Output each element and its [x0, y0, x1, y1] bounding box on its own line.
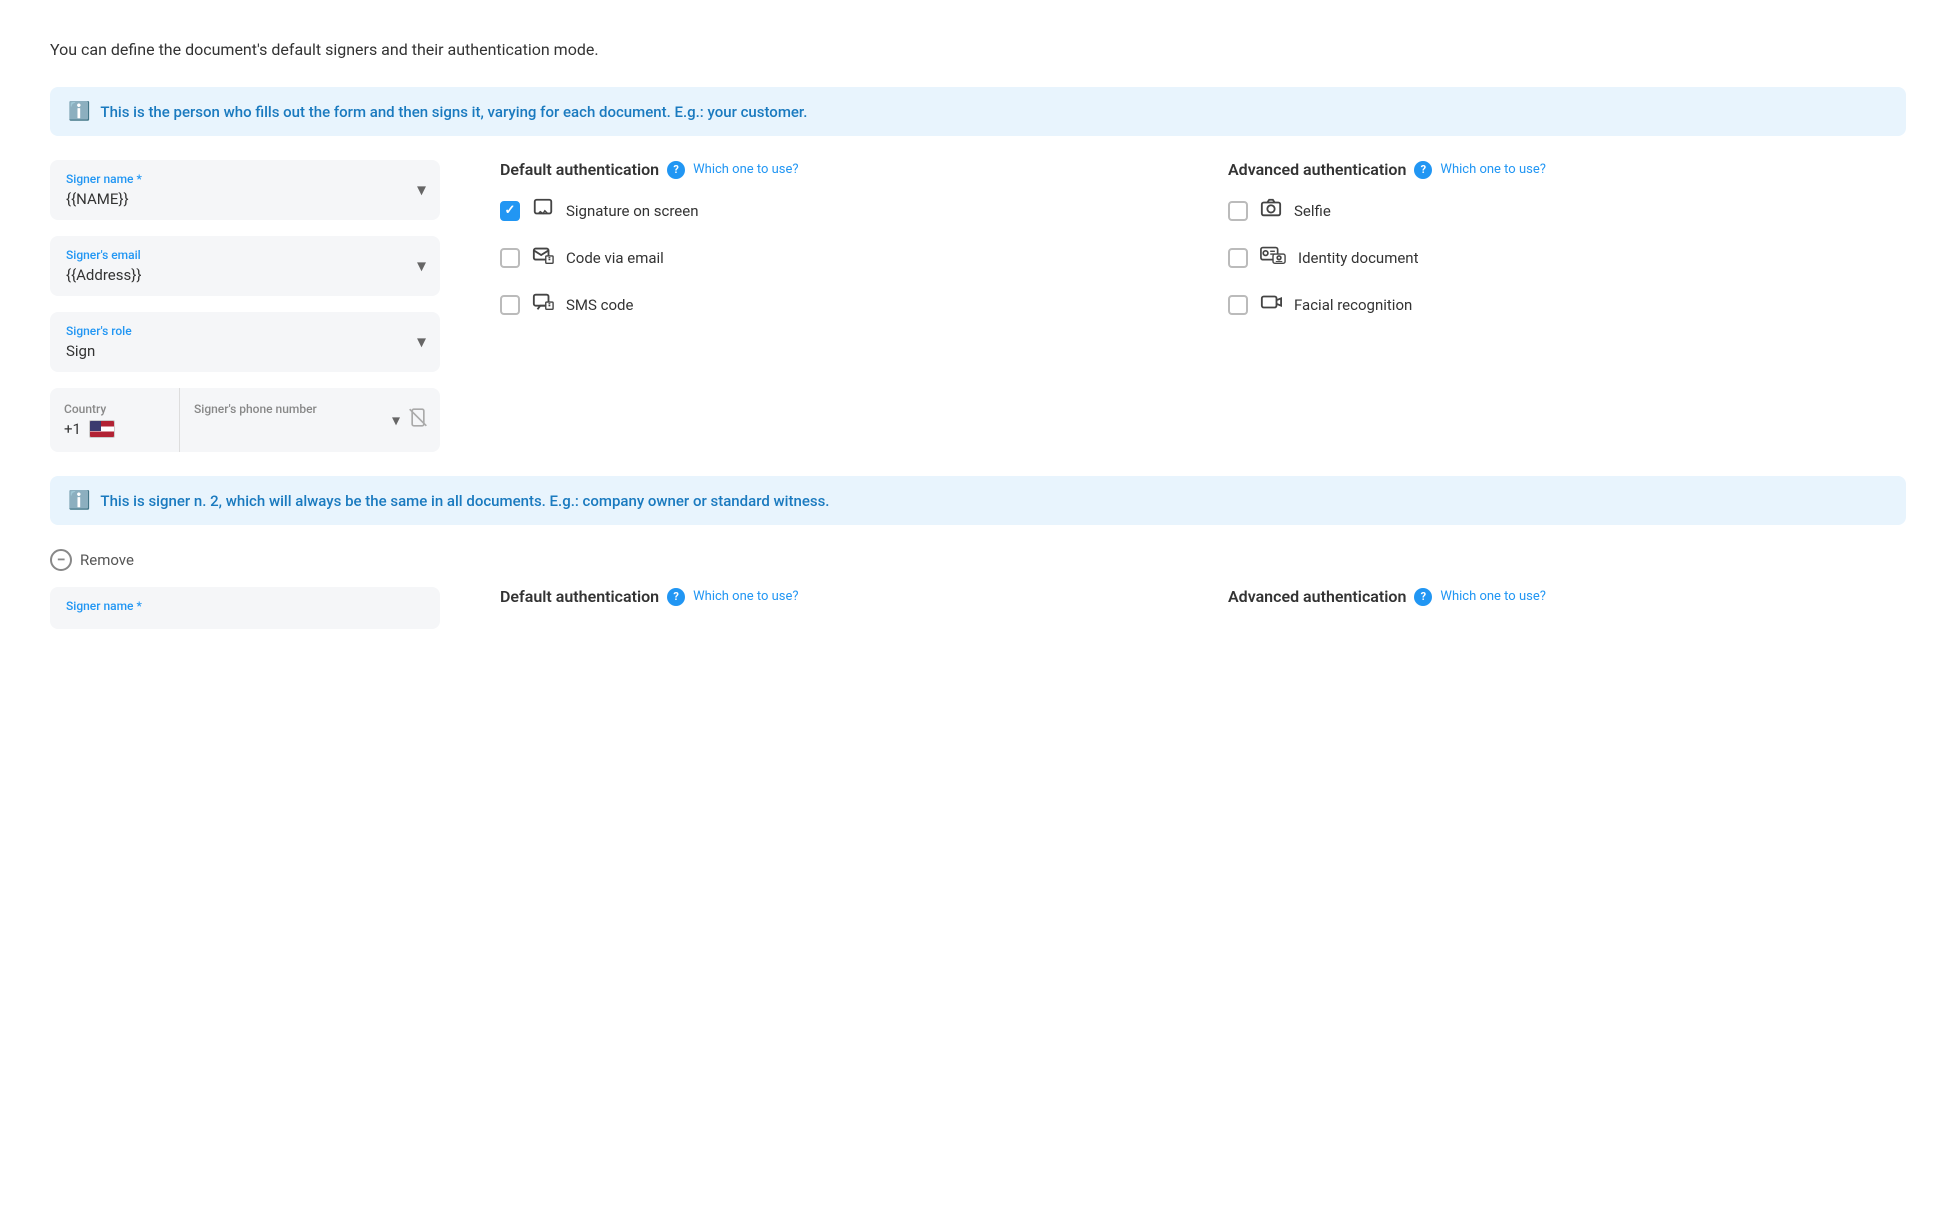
signer-name-dropdown-icon: ▾ [417, 180, 426, 201]
phone-country-label: Country [64, 402, 165, 416]
default-auth-options: Signature on screen Code via [500, 197, 1178, 318]
sms-checkbox[interactable] [500, 295, 520, 315]
signature-icon [532, 197, 554, 224]
default-auth-title: Default authentication [500, 160, 659, 179]
no-phone-icon [408, 408, 428, 433]
signer-name-field[interactable]: Signer name * {{NAME}} ▾ [50, 160, 440, 220]
facial-icon [1260, 291, 1282, 318]
signer2-auth-section: Default authentication ? Which one to us… [500, 587, 1906, 624]
country-code: +1 [64, 420, 81, 438]
signer-name-value: {{NAME}} [66, 190, 424, 208]
signer-role-value: Sign [66, 342, 424, 360]
signer2-name-field[interactable]: Signer name * [50, 587, 440, 629]
identity-label: Identity document [1298, 249, 1419, 267]
signer2-fields: Signer name * [50, 587, 440, 629]
phone-number-field[interactable]: Signer's phone number ▾ [180, 388, 440, 452]
signer2-default-auth-title: Default authentication [500, 587, 659, 606]
signer1-auth-section: Default authentication ? Which one to us… [500, 160, 1906, 318]
advanced-auth-header: Advanced authentication ? Which one to u… [1228, 160, 1906, 179]
email-checkbox[interactable] [500, 248, 520, 268]
signer2-default-which-link[interactable]: Which one to use? [693, 589, 798, 604]
signer-email-dropdown-icon: ▾ [417, 256, 426, 277]
signer2-default-auth-column: Default authentication ? Which one to us… [500, 587, 1178, 624]
signer2-fields-row: Signer name * Default authentication ? W… [50, 587, 1906, 629]
signer-role-field[interactable]: Signer's role Sign ▾ [50, 312, 440, 372]
advanced-auth-title: Advanced authentication [1228, 160, 1406, 179]
signer2-advanced-auth-header: Advanced authentication ? Which one to u… [1228, 587, 1906, 606]
signer-role-label: Signer's role [66, 324, 424, 338]
signer1-info-banner: ℹ️ This is the person who fills out the … [50, 87, 1906, 136]
identity-doc-icon [1260, 244, 1286, 271]
phone-row: Country +1 Signer's phone number ▾ [50, 388, 440, 452]
signer1-banner-text: This is the person who fills out the for… [100, 103, 807, 121]
signer-role-dropdown-icon: ▾ [417, 332, 426, 353]
remove-label: Remove [80, 551, 134, 569]
signer2-info-banner: ℹ️ This is signer n. 2, which will alway… [50, 476, 1906, 525]
info-icon-1: ℹ️ [68, 101, 90, 122]
auth-option-email[interactable]: Code via email [500, 244, 1178, 271]
auth-option-sms[interactable]: SMS code [500, 291, 1178, 318]
signer2-advanced-auth-title: Advanced authentication [1228, 587, 1406, 606]
page-description: You can define the document's default si… [50, 40, 1906, 59]
advanced-auth-which-link[interactable]: Which one to use? [1440, 162, 1545, 177]
sms-icon [532, 291, 554, 318]
advanced-auth-column: Advanced authentication ? Which one to u… [1228, 160, 1906, 318]
us-flag-icon [89, 420, 115, 438]
selfie-icon [1260, 197, 1282, 224]
advanced-auth-options: Selfie [1228, 197, 1906, 318]
signer2-advanced-auth-column: Advanced authentication ? Which one to u… [1228, 587, 1906, 624]
signer2-name-label: Signer name * [66, 599, 424, 613]
identity-checkbox[interactable] [1228, 248, 1248, 268]
default-auth-help-icon[interactable]: ? [667, 161, 685, 179]
signer1-section: Signer name * {{NAME}} ▾ Signer's email … [50, 160, 1906, 452]
signer-name-label: Signer name * [66, 172, 424, 186]
email-code-icon [532, 244, 554, 271]
selfie-checkbox[interactable] [1228, 201, 1248, 221]
phone-country-value: +1 [64, 420, 165, 438]
signer2-advanced-which-link[interactable]: Which one to use? [1440, 589, 1545, 604]
default-auth-column: Default authentication ? Which one to us… [500, 160, 1178, 318]
signature-label: Signature on screen [566, 202, 699, 220]
signer-email-field[interactable]: Signer's email {{Address}} ▾ [50, 236, 440, 296]
remove-button[interactable]: − Remove [50, 549, 1906, 571]
signer2-banner-text: This is signer n. 2, which will always b… [100, 492, 829, 510]
auth-option-identity[interactable]: Identity document [1228, 244, 1906, 271]
auth-option-signature[interactable]: Signature on screen [500, 197, 1178, 224]
signature-checkbox[interactable] [500, 201, 520, 221]
facial-checkbox[interactable] [1228, 295, 1248, 315]
signer-email-label: Signer's email [66, 248, 424, 262]
remove-icon: − [50, 549, 72, 571]
auth-option-selfie[interactable]: Selfie [1228, 197, 1906, 224]
signer2-default-auth-header: Default authentication ? Which one to us… [500, 587, 1178, 606]
signer-email-value: {{Address}} [66, 266, 424, 284]
auth-option-facial[interactable]: Facial recognition [1228, 291, 1906, 318]
phone-country-field[interactable]: Country +1 [50, 388, 180, 452]
signer2-section: ℹ️ This is signer n. 2, which will alway… [50, 476, 1906, 629]
advanced-auth-help-icon[interactable]: ? [1414, 161, 1432, 179]
default-auth-which-link[interactable]: Which one to use? [693, 162, 798, 177]
info-icon-2: ℹ️ [68, 490, 90, 511]
facial-label: Facial recognition [1294, 296, 1412, 314]
signer2-default-help-icon[interactable]: ? [667, 588, 685, 606]
phone-dropdown-icon: ▾ [392, 411, 400, 430]
email-code-label: Code via email [566, 249, 664, 267]
signer1-fields: Signer name * {{NAME}} ▾ Signer's email … [50, 160, 440, 452]
default-auth-header: Default authentication ? Which one to us… [500, 160, 1178, 179]
sms-label: SMS code [566, 296, 633, 314]
selfie-label: Selfie [1294, 202, 1331, 220]
signer2-advanced-help-icon[interactable]: ? [1414, 588, 1432, 606]
